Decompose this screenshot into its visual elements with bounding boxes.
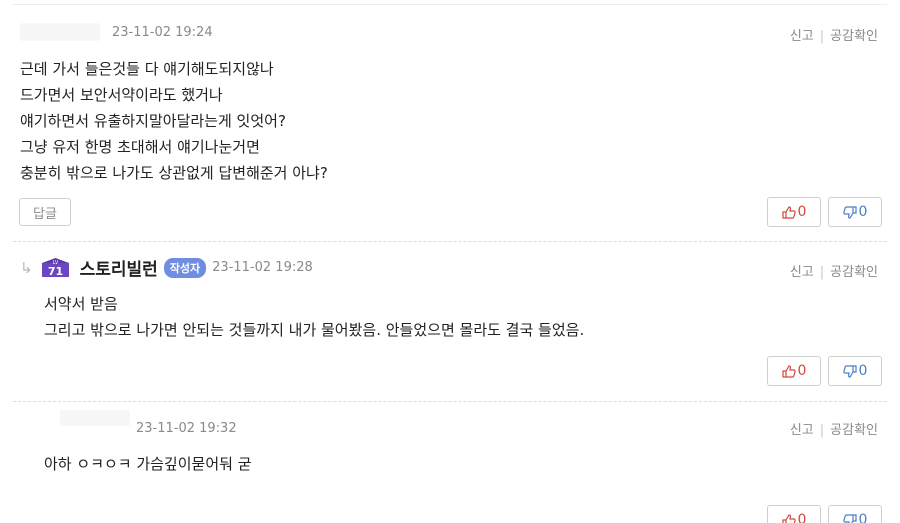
level-number: 71 xyxy=(47,265,62,278)
like-count: 0 xyxy=(797,363,807,379)
comment-line: 충분히 밖으로 나가도 상관없게 답변해준거 아냐? xyxy=(20,164,328,182)
comment-line: 드가면서 보안서약이라도 했거나 xyxy=(20,86,223,104)
thumbs-down-icon xyxy=(842,205,857,219)
comment-author-row: ↳ LV 71 스토리빌런 작성자 23-11-02 19:28 xyxy=(20,255,313,280)
reply-arrow-icon: ↳ xyxy=(20,258,33,277)
comment-time: 23-11-02 19:32 xyxy=(136,421,237,436)
writer-badge: 작성자 xyxy=(163,257,207,278)
comment-actions: 신고 | 공감확인 xyxy=(790,419,878,438)
comment-line: 근데 가서 들은것들 다 얘기해도되지않나 xyxy=(20,60,274,78)
comment-line: 아하 ㅇㅋㅇㅋ 가슴깊이묻어둬 굳 xyxy=(44,455,252,473)
level-badge-icon: LV 71 xyxy=(41,257,69,278)
check-likes-link[interactable]: 공감확인 xyxy=(830,29,878,44)
comment-body: 근데 가서 들은것들 다 얘기해도되지않나 드가면서 보안서약이라도 했거나 얘… xyxy=(20,56,328,186)
dislike-button[interactable]: 0 xyxy=(828,356,882,386)
thumbs-down-icon xyxy=(842,364,857,378)
like-button[interactable]: 0 xyxy=(767,505,821,523)
dislike-button[interactable]: 0 xyxy=(828,197,882,227)
comment-item-reply: ↳ LV 71 스토리빌런 작성자 23-11-02 19:28 신고 | 공감확인… xyxy=(0,242,900,402)
blurred-nickname xyxy=(60,410,130,426)
comment-actions: 신고 | 공감확인 xyxy=(790,261,878,280)
comment-line: 서약서 받음 xyxy=(44,295,118,313)
like-count: 0 xyxy=(797,512,807,523)
check-likes-link[interactable]: 공감확인 xyxy=(830,265,878,280)
dislike-count: 0 xyxy=(858,512,868,523)
action-separator: | xyxy=(819,265,825,280)
action-separator: | xyxy=(819,29,825,44)
comment-body: 아하 ㅇㅋㅇㅋ 가슴깊이묻어둬 굳 xyxy=(44,451,252,477)
thumbs-up-icon xyxy=(781,364,796,378)
comment-line: 그냥 유저 한명 초대해서 얘기나눈거면 xyxy=(20,138,260,156)
blurred-nickname xyxy=(20,23,100,41)
report-link[interactable]: 신고 xyxy=(790,423,814,438)
like-button[interactable]: 0 xyxy=(767,197,821,227)
thumbs-up-icon xyxy=(781,205,796,219)
author-nickname[interactable]: 스토리빌런 xyxy=(80,255,158,280)
comment-line: 얘기하면서 유출하지말아달라는게 잇엇어? xyxy=(20,112,286,130)
like-count: 0 xyxy=(797,204,807,220)
report-link[interactable]: 신고 xyxy=(790,265,814,280)
report-link[interactable]: 신고 xyxy=(790,29,814,44)
comment-item: 23-11-02 19:32 신고 | 공감확인 아하 ㅇㅋㅇㅋ 가슴깊이묻어둬 굳… xyxy=(0,402,900,523)
dislike-count: 0 xyxy=(858,204,868,220)
comment-item: 23-11-02 19:24 신고 | 공감확인 근데 가서 들은것들 다 얘기해도… xyxy=(0,0,900,242)
dislike-count: 0 xyxy=(858,363,868,379)
comment-actions: 신고 | 공감확인 xyxy=(790,25,878,44)
comment-body: 서약서 받음 그리고 밖으로 나가면 안되는 것들까지 내가 물어봤음. 안들었… xyxy=(44,291,584,343)
reply-button[interactable]: 답글 xyxy=(19,198,71,226)
comment-time: 23-11-02 19:24 xyxy=(112,25,213,40)
comment-line: 그리고 밖으로 나가면 안되는 것들까지 내가 물어봤음. 안들었으면 몰라도 … xyxy=(44,321,585,339)
thumbs-up-icon xyxy=(781,513,796,523)
check-likes-link[interactable]: 공감확인 xyxy=(830,423,878,438)
comment-time: 23-11-02 19:28 xyxy=(212,260,313,275)
thumbs-down-icon xyxy=(842,513,857,523)
dislike-button[interactable]: 0 xyxy=(828,505,882,523)
action-separator: | xyxy=(819,423,825,438)
like-button[interactable]: 0 xyxy=(767,356,821,386)
